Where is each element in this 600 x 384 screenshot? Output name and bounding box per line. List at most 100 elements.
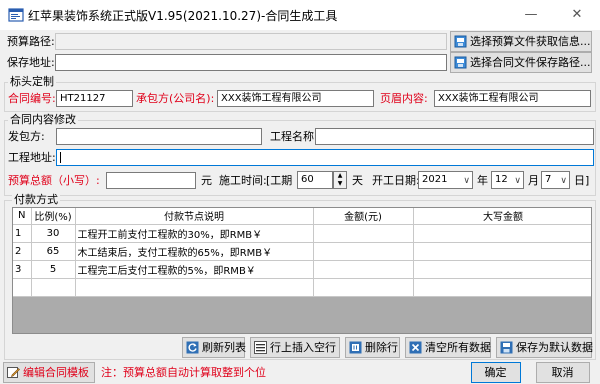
clear-icon [409, 341, 422, 354]
text-cursor [60, 151, 61, 163]
select-budget-file-label: 选择预算文件获取信息... [470, 35, 591, 48]
window-title: 红苹果装饰系统正式版V1.95(2021.10.27)-合同生成工具 [28, 9, 338, 23]
year-value: 2021 [422, 174, 448, 185]
ratio-cell[interactable]: 5 [31, 260, 76, 279]
period-spin-buttons[interactable]: ▲ ▼ [333, 171, 347, 189]
budget-path-label: 预算路径: [7, 35, 55, 48]
table-row[interactable]: 2 65 木工结束后，支付工程款的65%，即RMB￥ [13, 242, 591, 261]
app-logo-icon [8, 8, 24, 22]
row-number: 1 [13, 224, 32, 243]
select-budget-file-button[interactable]: 选择预算文件获取信息... [450, 31, 592, 52]
save-default-button[interactable]: 保存为默认数据 [496, 337, 593, 358]
refresh-list-button[interactable]: 刷新列表 [182, 337, 246, 358]
insert-row-button[interactable]: 行上插入空行 [250, 337, 340, 358]
spin-up-icon[interactable]: ▲ [334, 172, 346, 180]
edit-icon [7, 367, 20, 378]
title-bar: 红苹果装饰系统正式版V1.95(2021.10.27)-合同生成工具 — ✕ [0, 0, 600, 30]
contractor-label: 承包方(公司名): [136, 92, 215, 105]
ratio-cell[interactable]: 30 [31, 224, 76, 243]
period-prefix: [工期 [266, 174, 293, 187]
chevron-down-icon: ∨ [463, 176, 470, 186]
col-header-n[interactable]: N [13, 208, 32, 225]
row-number: 3 [13, 260, 32, 279]
edit-template-button[interactable]: 编辑合同模板 [3, 362, 95, 383]
page-header-field[interactable]: XXX装饰工程有限公司 [434, 90, 591, 107]
edit-template-label: 编辑合同模板 [23, 366, 89, 379]
budget-path-field[interactable] [55, 33, 447, 50]
col-header-amount[interactable]: 金额(元) [313, 208, 414, 225]
row-number: 2 [13, 242, 32, 261]
project-name-field[interactable] [315, 128, 594, 145]
save-path-field[interactable] [55, 54, 447, 71]
days-unit: 天 [352, 174, 363, 187]
col-header-amount-words[interactable]: 大写金额 [413, 208, 591, 225]
year-unit: 年 [477, 174, 488, 187]
contractor-field[interactable]: XXX装饰工程有限公司 [217, 90, 374, 107]
description-cell[interactable]: 木工结束后，支付工程款的65%，即RMB￥ [75, 242, 314, 261]
open-file-icon [454, 35, 467, 48]
client-field[interactable] [56, 128, 262, 145]
page-header-label: 页眉内容: [380, 92, 428, 105]
client-label: 发包方: [8, 130, 45, 143]
amount-words-cell[interactable] [413, 224, 591, 243]
delete-row-icon [349, 341, 362, 354]
select-save-path-button[interactable]: 选择合同文件保存路径... [450, 52, 592, 73]
header-group-legend: 标头定制 [8, 75, 56, 89]
amount-cell[interactable] [313, 260, 414, 279]
payment-group-legend: 付款方式 [12, 193, 60, 207]
insert-row-icon [254, 341, 267, 354]
delete-row-button[interactable]: 删除行 [345, 337, 400, 358]
amount-cell[interactable] [313, 224, 414, 243]
month-unit: 月 [528, 174, 539, 187]
project-address-field[interactable] [56, 149, 594, 166]
insert-row-label: 行上插入空行 [270, 341, 336, 354]
project-name-label: 工程名称: [270, 130, 318, 143]
amount-words-cell[interactable] [413, 260, 591, 279]
day-unit: 日] [574, 174, 590, 187]
contract-no-label: 合同编号: [8, 92, 56, 105]
description-cell[interactable]: 工程开工前支付工程款的30%，即RMB￥ [75, 224, 314, 243]
month-select[interactable]: 12 ∨ [491, 171, 524, 189]
delete-row-label: 删除行 [365, 341, 398, 354]
month-value: 12 [495, 174, 508, 185]
clear-all-button[interactable]: 清空所有数据 [405, 337, 491, 358]
budget-total-label: 预算总额（小写）: [8, 174, 100, 187]
description-cell[interactable]: 工程完工后支付工程款的5%，即RMB￥ [75, 260, 314, 279]
ok-button[interactable]: 确定 [471, 362, 521, 383]
period-days-value: 60 [301, 174, 314, 185]
day-select[interactable]: 7 ∨ [541, 171, 570, 189]
amount-words-cell[interactable] [413, 242, 591, 261]
spin-down-icon[interactable]: ▼ [334, 180, 346, 188]
close-button[interactable]: ✕ [554, 0, 600, 30]
save-default-label: 保存为默认数据 [516, 341, 593, 354]
start-date-label: 开工日期: [372, 174, 420, 187]
table-row-empty[interactable] [13, 278, 591, 297]
budget-total-field[interactable] [106, 172, 196, 189]
amount-cell[interactable] [313, 242, 414, 261]
ratio-cell[interactable]: 65 [31, 242, 76, 261]
year-select[interactable]: 2021 ∨ [418, 171, 473, 189]
yuan-unit: 元 [201, 174, 212, 187]
table-row[interactable]: 3 5 工程完工后支付工程款的5%，即RMB￥ [13, 260, 591, 279]
period-days-spinner[interactable]: 60 [297, 171, 333, 189]
footer-note: 注：预算总额自动计算取整到个位 [101, 366, 266, 379]
contract-no-field[interactable]: HT21127 [56, 90, 133, 107]
payment-grid[interactable]: N 比例(%) 付款节点说明 金额(元) 大写金额 1 30 工程开工前支付工程… [12, 207, 592, 334]
refresh-list-label: 刷新列表 [202, 341, 246, 354]
chevron-down-icon: ∨ [560, 176, 567, 186]
day-value: 7 [545, 174, 552, 185]
col-header-description[interactable]: 付款节点说明 [75, 208, 314, 225]
refresh-icon [186, 341, 199, 354]
minimize-button[interactable]: — [508, 0, 554, 30]
project-address-label: 工程地址: [8, 151, 56, 164]
grid-header-row: N 比例(%) 付款节点说明 金额(元) 大写金额 [13, 208, 591, 225]
save-icon [500, 341, 513, 354]
chevron-down-icon: ∨ [514, 176, 521, 186]
table-row[interactable]: 1 30 工程开工前支付工程款的30%，即RMB￥ [13, 224, 591, 243]
col-header-ratio[interactable]: 比例(%) [31, 208, 76, 225]
period-label: 施工时间: [219, 174, 267, 187]
clear-all-label: 清空所有数据 [425, 341, 491, 354]
save-file-icon [454, 56, 467, 69]
cancel-button[interactable]: 取消 [536, 362, 590, 383]
content-group-legend: 合同内容修改 [8, 113, 78, 127]
